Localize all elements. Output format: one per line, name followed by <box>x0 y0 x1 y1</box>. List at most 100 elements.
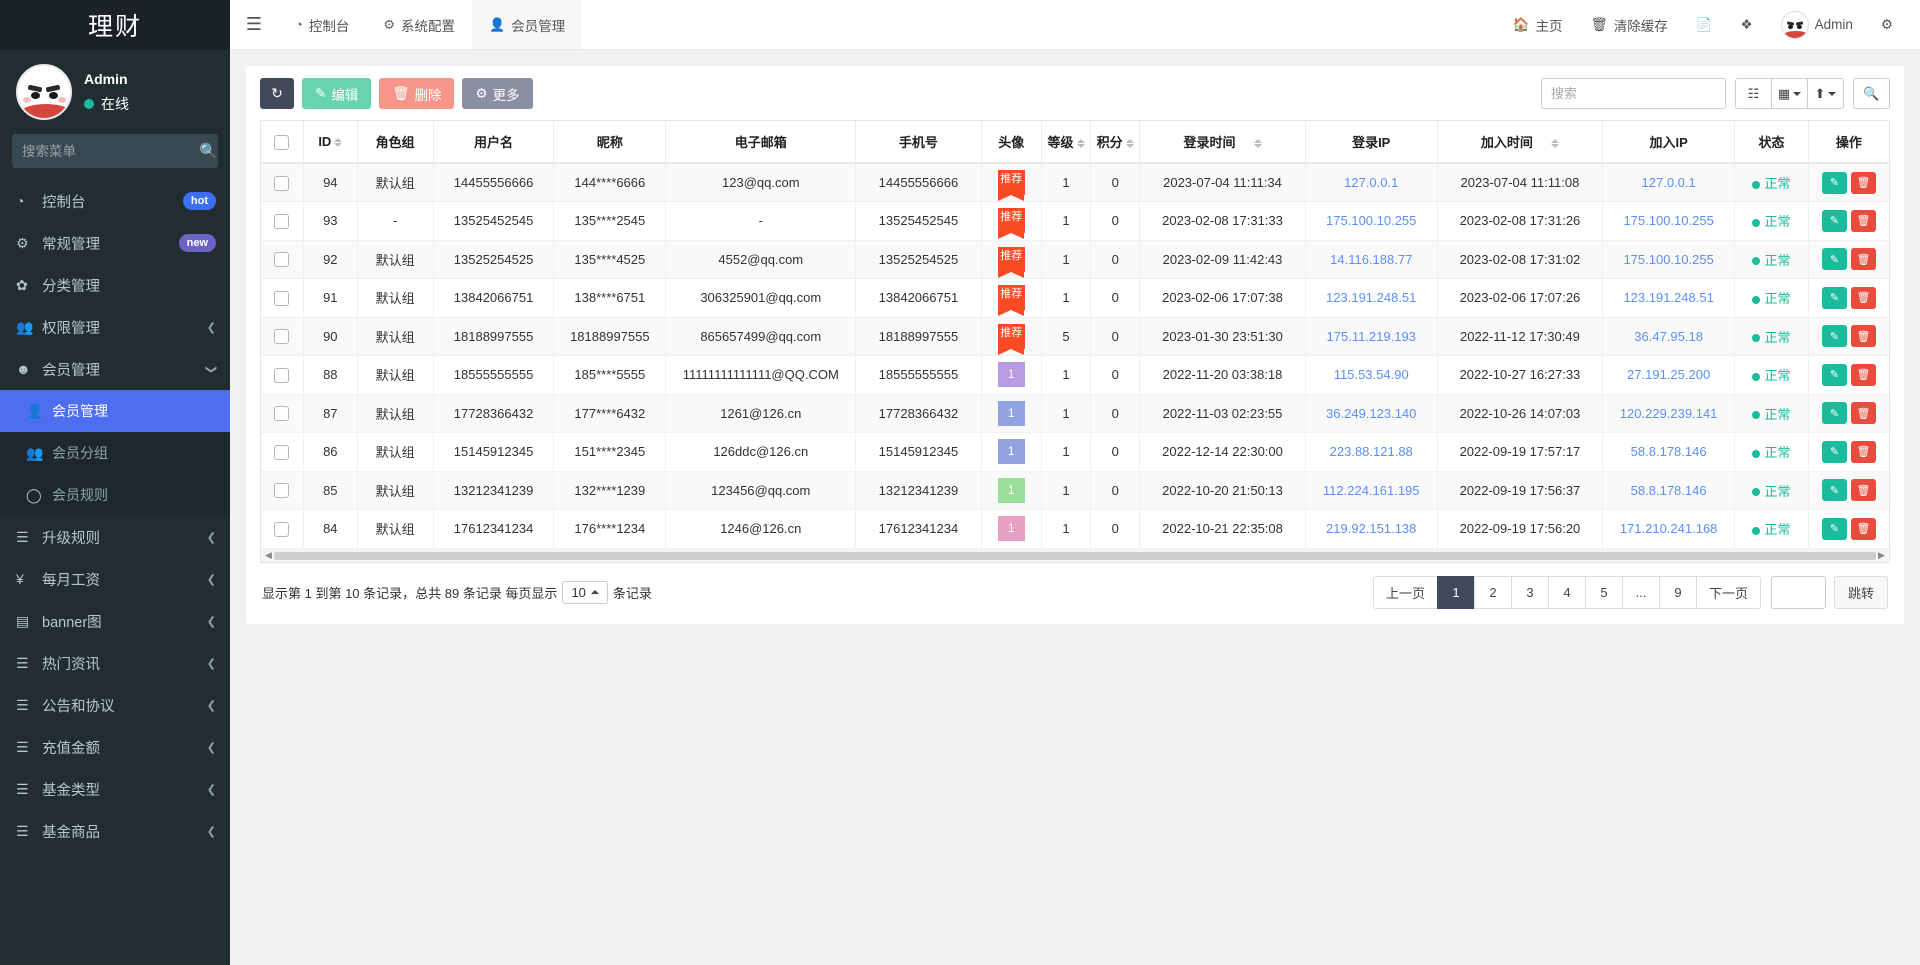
tab-dashboard[interactable]: ◔ 控制台 <box>278 0 366 49</box>
pagination-item[interactable]: 4 <box>1548 576 1586 609</box>
row-edit-button[interactable]: ✎ <box>1822 479 1847 501</box>
row-edit-button[interactable]: ✎ <box>1822 402 1847 424</box>
row-checkbox[interactable] <box>274 176 289 191</box>
col-login-time[interactable]: 登录时间 <box>1140 121 1305 163</box>
page-jump-input[interactable] <box>1771 576 1826 609</box>
login-ip-link[interactable]: 14.116.188.77 <box>1330 252 1412 267</box>
table-row[interactable]: 84默认组17612341234176****12341246@126.cn17… <box>261 510 1889 549</box>
pagination-item[interactable]: 3 <box>1511 576 1549 609</box>
login-ip-link[interactable]: 36.249.123.140 <box>1326 406 1416 421</box>
more-button[interactable]: ⚙ 更多 <box>462 78 532 109</box>
row-delete-button[interactable]: 🗑 <box>1851 287 1876 309</box>
row-checkbox[interactable] <box>274 445 289 460</box>
row-delete-button[interactable]: 🗑 <box>1851 325 1876 347</box>
col-level[interactable]: 等级 <box>1041 121 1090 163</box>
row-edit-button[interactable]: ✎ <box>1822 325 1847 347</box>
row-delete-button[interactable]: 🗑 <box>1851 402 1876 424</box>
col-score[interactable]: 积分 <box>1091 121 1140 163</box>
sidebar-item-general[interactable]: ⚙ 常规管理 new <box>0 222 230 264</box>
col-id[interactable]: ID <box>303 121 357 163</box>
horizontal-scrollbar[interactable]: ◀ ▶ <box>260 549 1890 563</box>
sidebar-item-member-rule[interactable]: ◯ 会员规则 <box>0 474 230 516</box>
pagination-item[interactable]: 下一页 <box>1696 576 1761 609</box>
row-edit-button[interactable]: ✎ <box>1822 518 1847 540</box>
login-ip-link[interactable]: 123.191.248.51 <box>1326 290 1416 305</box>
table-row[interactable]: 91默认组13842066751138****6751306325901@qq.… <box>261 279 1889 318</box>
hamburger-icon[interactable]: ☰ <box>230 0 278 49</box>
pagination-item[interactable]: 1 <box>1437 576 1475 609</box>
table-row[interactable]: 94默认组14455556666144****6666123@qq.com144… <box>261 163 1889 202</box>
table-row[interactable]: 88默认组18555555555185****55551111111111111… <box>261 356 1889 395</box>
sidebar-item-hot-news[interactable]: ☰ 热门资讯 ❮ <box>0 642 230 684</box>
page-jump-button[interactable]: 跳转 <box>1834 576 1888 609</box>
row-checkbox[interactable] <box>274 329 289 344</box>
sidebar-item-member-list[interactable]: 👤 会员管理 <box>0 390 230 432</box>
clear-cache-button[interactable]: 🗑 清除缓存 <box>1578 0 1681 50</box>
docs-button[interactable]: 📄 <box>1683 0 1726 50</box>
table-row[interactable]: 87默认组17728366432177****64321261@126.cn17… <box>261 394 1889 433</box>
row-checkbox[interactable] <box>274 522 289 537</box>
search-icon[interactable]: 🔍 <box>1853 78 1890 109</box>
table-row[interactable]: 92默认组13525254525135****45254552@qq.com13… <box>261 240 1889 279</box>
login-ip-link[interactable]: 112.224.161.195 <box>1323 483 1420 498</box>
join-ip-link[interactable]: 27.191.25.200 <box>1627 367 1710 382</box>
row-checkbox[interactable] <box>274 291 289 306</box>
join-ip-link[interactable]: 123.191.248.51 <box>1623 290 1713 305</box>
join-ip-link[interactable]: 58.8.178.146 <box>1631 444 1707 459</box>
row-edit-button[interactable]: ✎ <box>1822 248 1847 270</box>
table-row[interactable]: 90默认组1818899755518188997555865657499@qq.… <box>261 317 1889 356</box>
sidebar-item-banner[interactable]: ▤ banner图 ❮ <box>0 600 230 642</box>
sidebar-item-fund-type[interactable]: ☰ 基金类型 ❮ <box>0 768 230 810</box>
search-input[interactable] <box>1541 78 1726 109</box>
table-row[interactable]: 93-13525452545135****2545-13525452545推荐1… <box>261 202 1889 241</box>
pagination-item[interactable]: 上一页 <box>1373 576 1438 609</box>
sidebar-item-recharge-amount[interactable]: ☰ 充值金额 ❮ <box>0 726 230 768</box>
sidebar-item-member[interactable]: ☻ 会员管理 ❯ <box>0 348 230 390</box>
row-edit-button[interactable]: ✎ <box>1822 172 1847 194</box>
sidebar-item-fund-product[interactable]: ☰ 基金商品 ❮ <box>0 810 230 852</box>
row-checkbox[interactable] <box>274 483 289 498</box>
list-alt-icon[interactable]: ☷ <box>1735 78 1772 109</box>
tab-member-management[interactable]: 👤 会员管理 <box>472 0 582 49</box>
row-edit-button[interactable]: ✎ <box>1822 364 1847 386</box>
grid-icon[interactable]: ▦ <box>1771 78 1808 109</box>
pagination-item[interactable]: 5 <box>1585 576 1623 609</box>
scrollbar-thumb[interactable] <box>274 552 1876 560</box>
join-ip-link[interactable]: 175.100.10.255 <box>1623 252 1713 267</box>
table-row[interactable]: 85默认组13212341239132****1239123456@qq.com… <box>261 471 1889 510</box>
fullscreen-button[interactable]: ❖ <box>1728 0 1766 50</box>
pagination-item[interactable]: 2 <box>1474 576 1512 609</box>
join-ip-link[interactable]: 58.8.178.146 <box>1631 483 1707 498</box>
row-checkbox[interactable] <box>274 252 289 267</box>
join-ip-link[interactable]: 175.100.10.255 <box>1623 213 1713 228</box>
row-delete-button[interactable]: 🗑 <box>1851 172 1876 194</box>
sidebar-item-permission[interactable]: 👥 权限管理 ❮ <box>0 306 230 348</box>
row-delete-button[interactable]: 🗑 <box>1851 248 1876 270</box>
row-edit-button[interactable]: ✎ <box>1822 287 1847 309</box>
home-button[interactable]: 🏠 主页 <box>1500 0 1576 50</box>
row-edit-button[interactable]: ✎ <box>1822 441 1847 463</box>
page-size-select[interactable]: 10 <box>562 581 607 604</box>
settings-button[interactable]: ⚙ <box>1868 0 1906 50</box>
sidebar-item-notice[interactable]: ☰ 公告和协议 ❮ <box>0 684 230 726</box>
table-row[interactable]: 86默认组15145912345151****2345126ddc@126.cn… <box>261 433 1889 472</box>
login-ip-link[interactable]: 223.88.121.88 <box>1330 444 1413 459</box>
pagination-item[interactable]: ... <box>1622 576 1660 609</box>
menu-search-input[interactable] <box>22 144 199 159</box>
row-checkbox[interactable] <box>274 406 289 421</box>
row-delete-button[interactable]: 🗑 <box>1851 479 1876 501</box>
login-ip-link[interactable]: 219.92.151.138 <box>1326 521 1416 536</box>
join-ip-link[interactable]: 127.0.0.1 <box>1642 175 1696 190</box>
row-checkbox[interactable] <box>274 214 289 229</box>
login-ip-link[interactable]: 175.100.10.255 <box>1326 213 1416 228</box>
row-delete-button[interactable]: 🗑 <box>1851 441 1876 463</box>
sidebar-item-upgrade-rule[interactable]: ☰ 升级规则 ❮ <box>0 516 230 558</box>
row-checkbox[interactable] <box>274 368 289 383</box>
join-ip-link[interactable]: 36.47.95.18 <box>1634 329 1703 344</box>
user-menu-button[interactable]: Admin <box>1768 0 1866 50</box>
pagination-item[interactable]: 9 <box>1659 576 1697 609</box>
refresh-button[interactable]: ↻ <box>260 78 294 109</box>
sidebar-item-dashboard[interactable]: ◔ 控制台 hot <box>0 180 230 222</box>
login-ip-link[interactable]: 127.0.0.1 <box>1344 175 1398 190</box>
tab-system-config[interactable]: ⚙ 系统配置 <box>366 0 472 49</box>
